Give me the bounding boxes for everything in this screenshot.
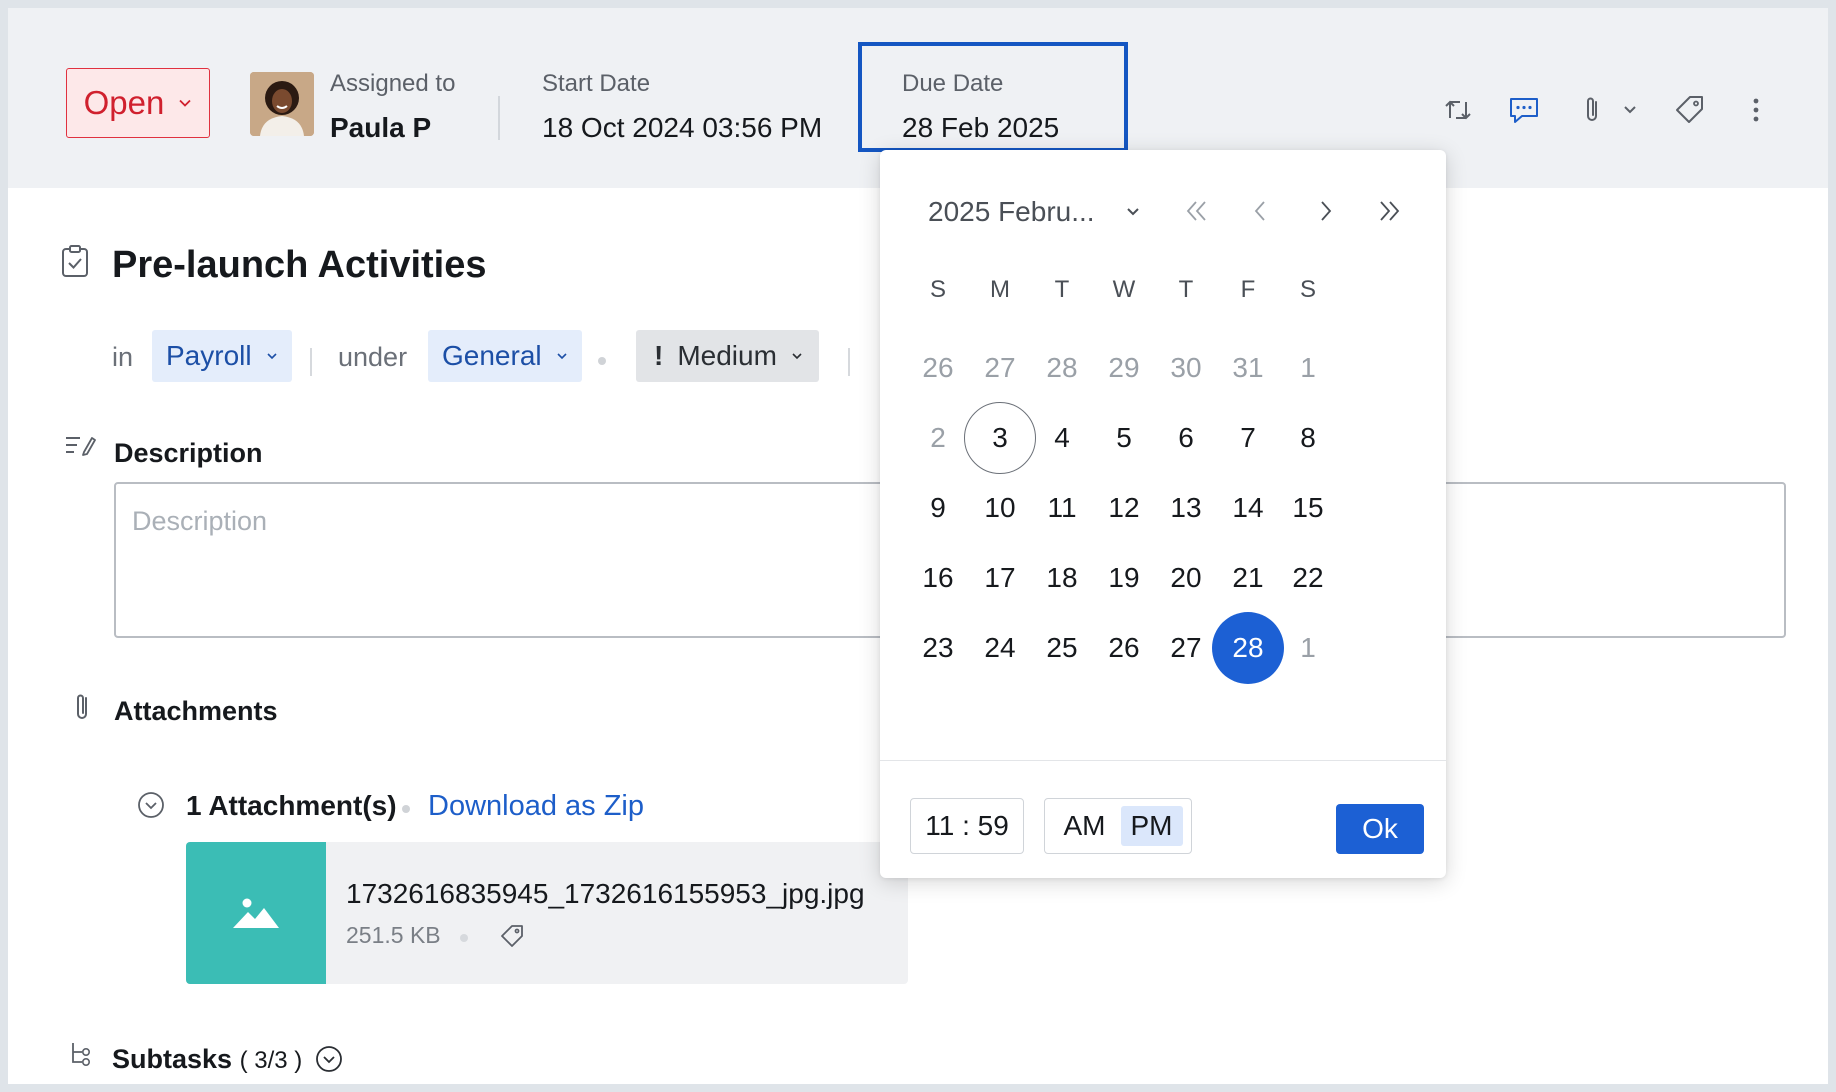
- priority-label: Medium: [677, 340, 777, 371]
- image-thumbnail[interactable]: [186, 842, 326, 984]
- collapse-chevron-icon[interactable]: [136, 790, 166, 820]
- weekday-label: S: [929, 276, 946, 303]
- next-month-icon[interactable]: [1308, 194, 1342, 228]
- calendar-day[interactable]: 22: [1272, 542, 1344, 614]
- weekday-label: T: [1054, 276, 1070, 303]
- repeat-icon[interactable]: [1440, 92, 1476, 128]
- assignee-label: Assigned to: [330, 70, 456, 97]
- start-date-label: Start Date: [542, 70, 651, 97]
- weekday-label: T: [1178, 276, 1194, 303]
- expand-chevron-icon[interactable]: [314, 1044, 344, 1074]
- task-detail-panel: Open Assigned to Paula P Start Date 18 O…: [8, 8, 1828, 1084]
- status-dropdown[interactable]: Open: [66, 68, 210, 138]
- month-year-selector[interactable]: 2025 Febru...: [928, 196, 1095, 228]
- status-label: Open: [83, 84, 165, 121]
- start-date-value[interactable]: 18 Oct 2024 03:56 PM: [542, 112, 822, 144]
- weekday-label: F: [1240, 276, 1256, 303]
- subtasks-title: Subtasks ( 3/3 ): [112, 1044, 302, 1075]
- tag-icon[interactable]: [498, 922, 526, 950]
- weekday-label: W: [1112, 276, 1136, 303]
- time-input[interactable]: 11 : 59: [910, 798, 1024, 854]
- description-title: Description: [114, 438, 263, 468]
- ok-button[interactable]: Ok: [1336, 804, 1424, 854]
- attachment-card[interactable]: 1732616835945_1732616155953_jpg.jpg 251.…: [186, 842, 908, 984]
- separator-dot: [402, 805, 410, 813]
- file-name: 1732616835945_1732616155953_jpg.jpg: [346, 878, 865, 909]
- am-option[interactable]: AM: [1054, 806, 1116, 846]
- attachment-icon: [77, 694, 87, 719]
- calendar-day[interactable]: 1: [1272, 332, 1344, 404]
- chevron-down-icon: [792, 353, 802, 360]
- divider: [848, 348, 850, 376]
- comment-icon[interactable]: [1506, 92, 1542, 128]
- due-date-value[interactable]: 28 Feb 2025: [902, 112, 1059, 144]
- attachments-title: Attachments: [114, 696, 278, 726]
- calendar-day[interactable]: 1: [1272, 612, 1344, 684]
- assignee-name[interactable]: Paula P: [330, 112, 431, 144]
- weekday-label: S: [1299, 276, 1316, 303]
- calendar-day[interactable]: 8: [1272, 402, 1344, 474]
- tag-icon[interactable]: [1672, 92, 1708, 128]
- avatar[interactable]: [250, 72, 314, 136]
- description-placeholder: Description: [132, 506, 268, 536]
- divider: [498, 96, 500, 140]
- attachment-count: 1 Attachment(s): [186, 790, 397, 821]
- project-dropdown[interactable]: Payroll: [152, 330, 292, 382]
- calendar-day[interactable]: 15: [1272, 472, 1344, 544]
- category-label: General: [442, 340, 542, 371]
- attachment-icon[interactable]: [1574, 92, 1610, 128]
- chevron-down-icon[interactable]: [1116, 194, 1150, 228]
- weekday-label: M: [990, 276, 1010, 303]
- under-label: under: [338, 342, 408, 372]
- month-year-label: 2025 Febru...: [928, 196, 1095, 227]
- priority-icon: !: [654, 340, 664, 371]
- description-icon: [66, 437, 96, 456]
- chevron-down-icon: [557, 353, 567, 360]
- subtasks-icon: [72, 1043, 91, 1066]
- subtasks-label: Subtasks: [112, 1044, 233, 1074]
- priority-dropdown[interactable]: ! Medium: [636, 330, 819, 382]
- chevron-down-icon[interactable]: [1620, 92, 1640, 128]
- task-checklist-icon: [62, 245, 88, 277]
- date-picker-popup: 2025 Febru... SMTWTFS 26 27 28 29 30 31 1 2 3 4 5 6…: [880, 150, 1446, 878]
- separator-dot: [460, 934, 468, 942]
- more-vertical-icon[interactable]: [1738, 92, 1774, 128]
- project-label: Payroll: [166, 340, 252, 371]
- chevron-down-icon: [267, 353, 277, 360]
- previous-year-icon[interactable]: [1180, 194, 1214, 228]
- divider: [310, 348, 312, 376]
- in-label: in: [112, 342, 134, 372]
- category-dropdown[interactable]: General: [428, 330, 582, 382]
- separator-dot: [598, 357, 606, 365]
- file-size: 251.5 KB: [346, 922, 441, 948]
- image-icon: [233, 898, 279, 928]
- am-pm-toggle[interactable]: AM PM: [1044, 798, 1192, 854]
- next-year-icon[interactable]: [1372, 194, 1406, 228]
- subtasks-count: ( 3/3 ): [239, 1047, 303, 1074]
- pm-option[interactable]: PM: [1120, 806, 1183, 846]
- task-title[interactable]: Pre-launch Activities: [112, 244, 487, 287]
- previous-month-icon[interactable]: [1244, 194, 1278, 228]
- due-date-label: Due Date: [902, 70, 1004, 97]
- download-zip-link[interactable]: Download as Zip: [428, 790, 644, 823]
- chevron-down-icon: [179, 99, 191, 107]
- person-avatar-icon: [250, 72, 314, 136]
- divider: [880, 760, 1446, 761]
